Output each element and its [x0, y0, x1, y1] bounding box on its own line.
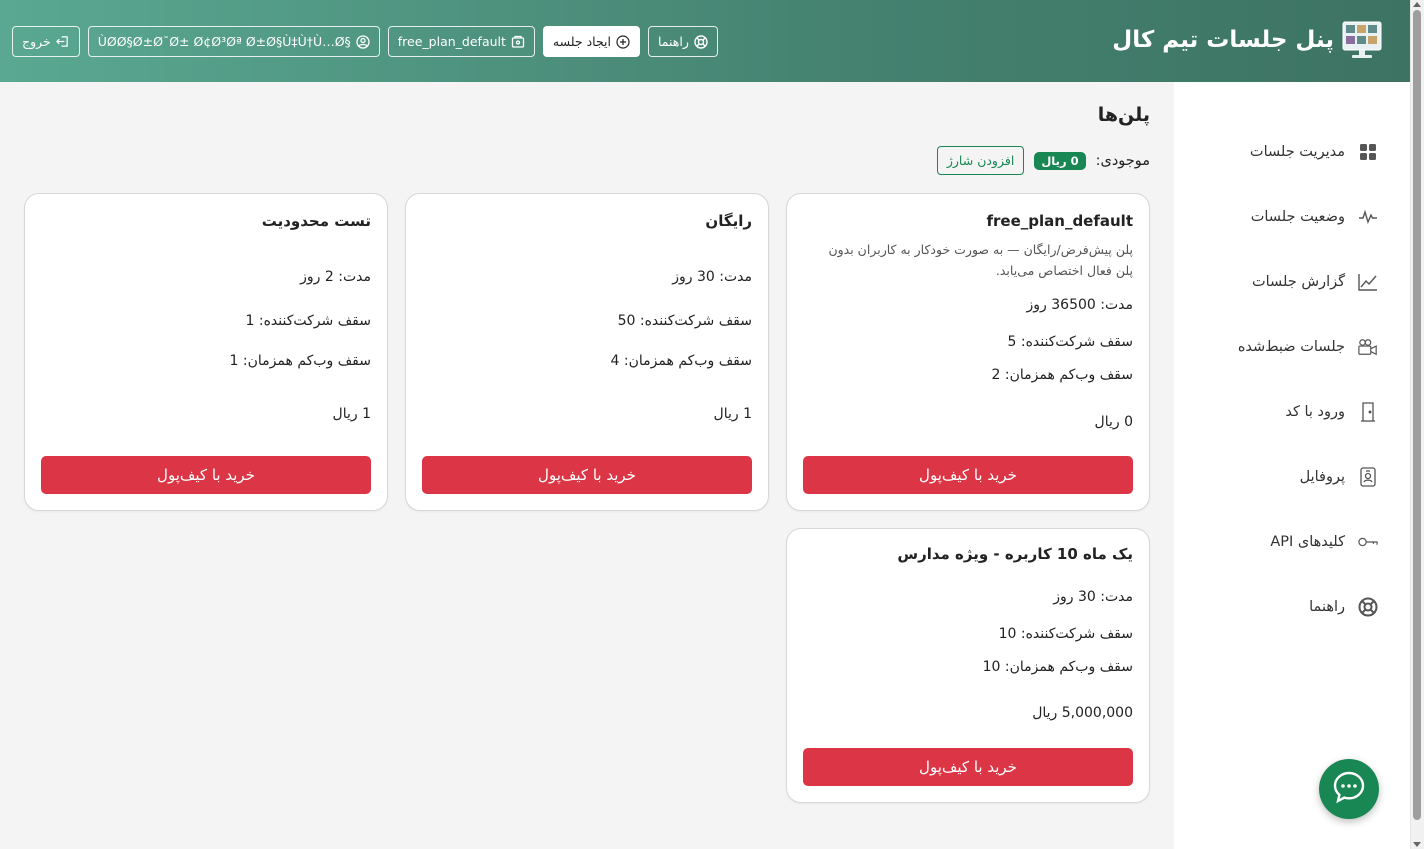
plan-duration: مدت: 2 روز	[300, 269, 371, 285]
create-session-button[interactable]: ایجاد جلسه	[542, 26, 640, 57]
brand[interactable]: پنل جلسات تیم کال	[1112, 19, 1382, 61]
chat-icon	[1332, 770, 1366, 808]
sidebar-item-login-with-code[interactable]: ورود با کد	[1285, 402, 1378, 422]
logo-icon	[1342, 19, 1382, 61]
door-icon	[1358, 402, 1378, 422]
plan-participants: سقف شرکت‌کننده: 1	[245, 313, 371, 329]
create-session-label: ایجاد جلسه	[552, 34, 611, 49]
add-charge-button[interactable]: افزودن شارژ	[936, 146, 1025, 175]
plan-participants: سقف شرکت‌کننده: 10	[998, 626, 1133, 642]
sidebar-item-label: جلسات ضبط‌شده	[1237, 339, 1345, 355]
sidebar-item-label: راهنما	[1309, 599, 1345, 615]
user-menu-button[interactable]: §ÙØØ§Ø±Ø¯Ø± Ø¢Ø³Øª Ø±Ø§Ù‡Ù†Ù…Ø	[87, 26, 380, 57]
chat-button[interactable]	[1319, 759, 1379, 819]
sidebar-item-label: کلیدهای API	[1270, 534, 1345, 550]
badge-icon	[1358, 467, 1378, 487]
camera-icon	[1358, 337, 1378, 357]
plan-webcams: سقف وب‌کم همزمان: 4	[610, 353, 752, 369]
sidebar-item-label: مدیریت جلسات	[1249, 144, 1345, 160]
buy-with-wallet-button[interactable]: خرید با کیف‌پول	[803, 456, 1133, 494]
user-menu-label: §ÙØØ§Ø±Ø¯Ø± Ø¢Ø³Øª Ø±Ø§Ù‡Ù†Ù…Ø	[97, 34, 351, 49]
balance-label: موجودی:	[1095, 152, 1150, 169]
buy-with-wallet-button[interactable]: خرید با کیف‌پول	[41, 456, 371, 494]
chart-icon	[1358, 272, 1378, 292]
app-title: پنل جلسات تیم کال	[1112, 27, 1334, 53]
plan-participants: سقف شرکت‌کننده: 50	[617, 313, 752, 329]
sidebar-item-label: گزارش جلسات	[1251, 274, 1345, 290]
sidebar-item-label: وضعیت جلسات	[1250, 209, 1345, 225]
plan-webcams: سقف وب‌کم همزمان: 1	[229, 353, 371, 369]
plus-circle-icon	[616, 34, 630, 49]
plan-description: پلن پیش‌فرض/رایگان — به صورت خودکار به ک…	[828, 242, 1133, 278]
top-navbar: پنل جلسات تیم کال خروج §ÙØØ§Ø±Ø¯Ø± Ø¢Ø³Ø…	[0, 0, 1410, 82]
plan-title: یک ماه 10 کاربره - ویژه مدارس	[897, 545, 1133, 563]
plan-price: 5,000,000 ریال	[1032, 705, 1133, 721]
plan-title: رایگان	[705, 212, 752, 230]
top-actions: خروج §ÙØØ§Ø±Ø¯Ø± Ø¢Ø³Øª Ø±Ø§Ù‡Ù†Ù…Ø free…	[12, 26, 718, 57]
logout-button[interactable]: خروج	[12, 26, 80, 57]
sidebar-item-guide[interactable]: راهنما	[1309, 597, 1378, 617]
plan-price: 1 ریال	[713, 406, 752, 422]
plan-card: free_plan_default پلن پیش‌فرض/رایگان — ب…	[786, 193, 1150, 511]
lifebuoy-icon	[694, 34, 708, 49]
key-icon	[1358, 532, 1378, 552]
guide-label: راهنما	[658, 34, 689, 49]
plan-price: 1 ریال	[332, 406, 371, 422]
plan-duration: مدت: 36500 روز	[1026, 297, 1133, 313]
scroll-up-arrow-icon[interactable]	[1413, 2, 1421, 7]
plan-card: رایگان مدت: 30 روز سقف شرکت‌کننده: 50 سق…	[405, 193, 769, 511]
plan-webcams: سقف وب‌کم همزمان: 2	[991, 367, 1133, 383]
grid-icon	[1358, 142, 1378, 162]
sidebar-item-profile[interactable]: پروفایل	[1300, 467, 1378, 487]
wallet-icon	[511, 35, 525, 49]
plan-price: 0 ریال	[1094, 414, 1133, 430]
sidebar-item-recorded-sessions[interactable]: جلسات ضبط‌شده	[1238, 337, 1378, 357]
plan-card: یک ماه 10 کاربره - ویژه مدارس مدت: 30 رو…	[786, 528, 1150, 803]
sidebar-item-label: پروفایل	[1299, 469, 1345, 485]
plan-webcams: سقف وب‌کم همزمان: 10	[982, 659, 1133, 675]
scroll-down-arrow-icon[interactable]	[1413, 842, 1421, 847]
user-circle-icon	[356, 34, 370, 49]
buy-with-wallet-button[interactable]: خرید با کیف‌پول	[803, 748, 1133, 786]
balance-row: موجودی: 0 ریال افزودن شارژ	[936, 146, 1150, 175]
balance-badge: 0 ریال	[1034, 151, 1086, 170]
sidebar-item-session-management[interactable]: مدیریت جلسات	[1250, 142, 1378, 162]
plan-duration: مدت: 30 روز	[672, 269, 752, 285]
logout-label: خروج	[22, 34, 51, 49]
plan-duration: مدت: 30 روز	[1053, 589, 1133, 605]
pulse-icon	[1358, 207, 1378, 227]
page-scrollbar[interactable]	[1410, 0, 1424, 849]
lifebuoy-icon	[1358, 597, 1378, 617]
guide-button[interactable]: راهنما	[648, 26, 718, 57]
sidebar-item-label: ورود با کد	[1285, 404, 1345, 420]
sidebar-item-api-keys[interactable]: کلیدهای API	[1270, 532, 1378, 552]
plan-title: free_plan_default	[986, 212, 1134, 230]
current-plan-button[interactable]: free_plan_default	[387, 26, 535, 57]
plan-participants: سقف شرکت‌کننده: 5	[1007, 334, 1133, 350]
plan-card: تست محدودیت مدت: 2 روز سقف شرکت‌کننده: 1…	[24, 193, 388, 511]
logout-icon	[56, 35, 70, 49]
page-title: پلن‌ها	[1097, 104, 1150, 126]
sidebar: مدیریت جلسات وضعیت جلسات گزارش جلسات جلس…	[1174, 82, 1410, 849]
sidebar-item-session-status[interactable]: وضعیت جلسات	[1251, 207, 1378, 227]
buy-with-wallet-button[interactable]: خرید با کیف‌پول	[422, 456, 752, 494]
scrollbar-thumb[interactable]	[1413, 10, 1421, 820]
current-plan-label: free_plan_default	[397, 34, 506, 49]
sidebar-item-session-reports[interactable]: گزارش جلسات	[1252, 272, 1378, 292]
plan-title: تست محدودیت	[261, 212, 371, 230]
